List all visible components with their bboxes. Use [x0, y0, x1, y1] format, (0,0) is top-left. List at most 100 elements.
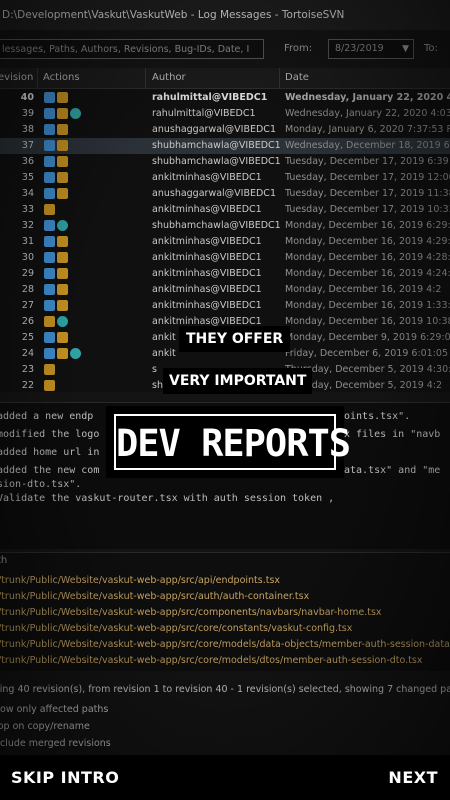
from-date-picker[interactable]: 8/23/2019 ▼ — [328, 39, 414, 59]
caption-line-1: THEY OFFER — [179, 326, 291, 352]
modified-action-icon — [57, 332, 68, 343]
revision-date: Wednesday, December 18, 2019 6: — [285, 140, 450, 151]
modified-action-icon — [57, 236, 68, 247]
modified-action-icon — [44, 380, 55, 391]
revision-actions — [44, 284, 70, 296]
revision-date: Monday, December 9, 2019 6:29:0 — [285, 332, 450, 343]
added-action-icon — [44, 252, 55, 263]
table-row[interactable]: 32 shubhamchawla@VIBEDC1 Monday, December … — [0, 218, 450, 234]
revision-number: 37 — [21, 140, 34, 151]
intro-nav-bar: SKIP INTRO NEXT — [0, 755, 450, 800]
revision-number: 32 — [21, 220, 34, 231]
revision-number: 25 — [21, 332, 34, 343]
search-input[interactable]: lessages, Paths, Authors, Revisions, Bug… — [0, 39, 264, 59]
modified-action-icon — [57, 124, 68, 135]
column-header-revision[interactable]: evision — [0, 68, 33, 88]
column-header-date[interactable]: Date — [285, 68, 309, 88]
path-row[interactable]: /trunk/Public/Website/vaskut-web-app/src… — [0, 575, 280, 586]
deleted-action-icon — [57, 316, 68, 327]
path-row[interactable]: /trunk/Public/Website/vaskut-web-app/src… — [0, 655, 422, 666]
revision-author: ankitminhas@VIBEDC1 — [152, 236, 262, 247]
option-include-merged[interactable]: nclude merged revisions — [0, 738, 111, 749]
table-row[interactable]: 37 shubhamchawla@VIBEDC1 Wednesday, Decemb… — [0, 138, 450, 154]
table-row[interactable]: 34 anushaggarwal@VIBEDC1 Tuesday, December… — [0, 186, 450, 202]
message-fragment: x files in "navb — [344, 429, 441, 440]
table-row[interactable]: 35 ankitminhas@VIBEDC1 Tuesday, December 1… — [0, 170, 450, 186]
revision-actions — [44, 92, 70, 104]
revision-actions — [44, 172, 70, 184]
window-title: D:\Development\Vaskut\VaskutWeb - Log Me… — [0, 0, 450, 30]
option-show-affected-paths[interactable]: how only affected paths — [0, 704, 108, 715]
table-row[interactable]: 40 rahulmittal@VIBEDC1 Wednesday, January … — [0, 90, 450, 106]
revision-actions — [44, 332, 70, 344]
message-line: added a new endp — [0, 411, 94, 422]
revision-author: ankitminhas@VIBEDC1 — [152, 172, 262, 183]
column-header-actions[interactable]: Actions — [43, 68, 80, 88]
option-stop-on-copy[interactable]: top on copy/rename — [0, 721, 90, 732]
changed-paths-panel: th /trunk/Public/Website/vaskut-web-app/… — [0, 552, 450, 671]
modified-action-icon — [57, 108, 68, 119]
added-action-icon — [44, 332, 55, 343]
table-row[interactable]: 30 ankitminhas@VIBEDC1 Monday, December 16… — [0, 250, 450, 266]
revision-date: Monday, December 16, 2019 4:24: — [285, 268, 450, 279]
added-action-icon — [44, 236, 55, 247]
headline-frame: DEV REPORTS — [114, 414, 351, 470]
added-action-icon — [44, 92, 55, 103]
table-row[interactable]: 38 anushaggarwal@VIBEDC1 Monday, January 6… — [0, 122, 450, 138]
revision-actions — [44, 140, 70, 152]
revision-number: 38 — [21, 124, 34, 135]
status-text: wing 40 revision(s), from revision 1 to … — [0, 684, 450, 695]
revision-number: 40 — [20, 92, 34, 103]
message-line: Validate the vaskut-router.tsx with auth… — [0, 493, 335, 504]
modified-action-icon — [44, 316, 55, 327]
caption-line-2: VERY IMPORTANT — [163, 368, 313, 394]
revision-author: ankitminhas@VIBEDC1 — [152, 284, 262, 295]
added-action-icon — [44, 268, 55, 279]
path-row[interactable]: /trunk/Public/Website/vaskut-web-app/src… — [0, 591, 309, 602]
table-row[interactable]: 33 ankitminhas@VIBEDC1 Tuesday, December 1… — [0, 202, 450, 218]
revision-actions — [44, 220, 70, 232]
revision-author: shubhamchawla@VIBEDC1 — [152, 156, 281, 167]
table-row[interactable]: 28 ankitminhas@VIBEDC1 Monday, December 16… — [0, 282, 450, 298]
table-row[interactable]: 31 ankitminhas@VIBEDC1 Monday, December 16… — [0, 234, 450, 250]
modified-action-icon — [57, 140, 68, 151]
revision-actions — [44, 156, 70, 168]
revision-author: s — [152, 364, 157, 375]
revision-number: 33 — [21, 204, 34, 215]
revision-number: 28 — [21, 284, 34, 295]
revision-author: ankitminhas@VIBEDC1 — [152, 204, 262, 215]
path-row[interactable]: /trunk/Public/Website/vaskut-web-app/src… — [0, 623, 352, 634]
table-row[interactable]: 29 ankitminhas@VIBEDC1 Monday, December 16… — [0, 266, 450, 282]
added-action-icon — [44, 124, 55, 135]
revision-author: ankit — [152, 348, 176, 359]
revision-author: shubhamchawla@VIBEDC1 — [152, 220, 281, 231]
paths-column-header[interactable]: th — [0, 555, 7, 566]
revision-date: Monday, December 16, 2019 6:29: — [285, 220, 450, 231]
table-row[interactable]: 36 shubhamchawla@VIBEDC1 Tuesday, December… — [0, 154, 450, 170]
chevron-down-icon[interactable]: ▼ — [402, 40, 409, 58]
revision-number: 36 — [21, 156, 34, 167]
deleted-action-icon — [57, 220, 68, 231]
revision-author: ankit — [152, 332, 176, 343]
column-header-author[interactable]: Author — [152, 68, 186, 88]
revision-number: 39 — [21, 108, 34, 119]
revision-number: 26 — [21, 316, 34, 327]
revision-date: Monday, December 16, 2019 10:38 — [285, 316, 450, 327]
path-row[interactable]: /trunk/Public/Website/vaskut-web-app/src… — [0, 639, 450, 650]
svn-log-window: D:\Development\Vaskut\VaskutWeb - Log Me… — [0, 0, 450, 800]
revision-number: 27 — [21, 300, 34, 311]
message-line: added the new com — [0, 465, 100, 476]
revision-author: ankitminhas@VIBEDC1 — [152, 268, 262, 279]
revision-date: Tuesday, December 17, 2019 12:00 — [285, 172, 450, 183]
skip-intro-button[interactable]: SKIP INTRO — [11, 768, 119, 787]
added-action-icon — [44, 348, 55, 359]
to-label: To: — [424, 43, 438, 54]
revision-actions — [44, 316, 70, 328]
from-date-value: 8/23/2019 — [335, 43, 384, 54]
table-row[interactable]: 27 ankitminhas@VIBEDC1 Monday, December 16… — [0, 298, 450, 314]
table-row[interactable]: 39 rahulmittal@VIBEDC1 Wednesday, January … — [0, 106, 450, 122]
next-button[interactable]: NEXT — [388, 768, 438, 787]
revision-date: Monday, January 6, 2020 7:37:53 P — [285, 124, 450, 135]
path-row[interactable]: /trunk/Public/Website/vaskut-web-app/src… — [0, 607, 382, 618]
revision-author: rahulmittal@VIBEDC1 — [152, 108, 256, 119]
